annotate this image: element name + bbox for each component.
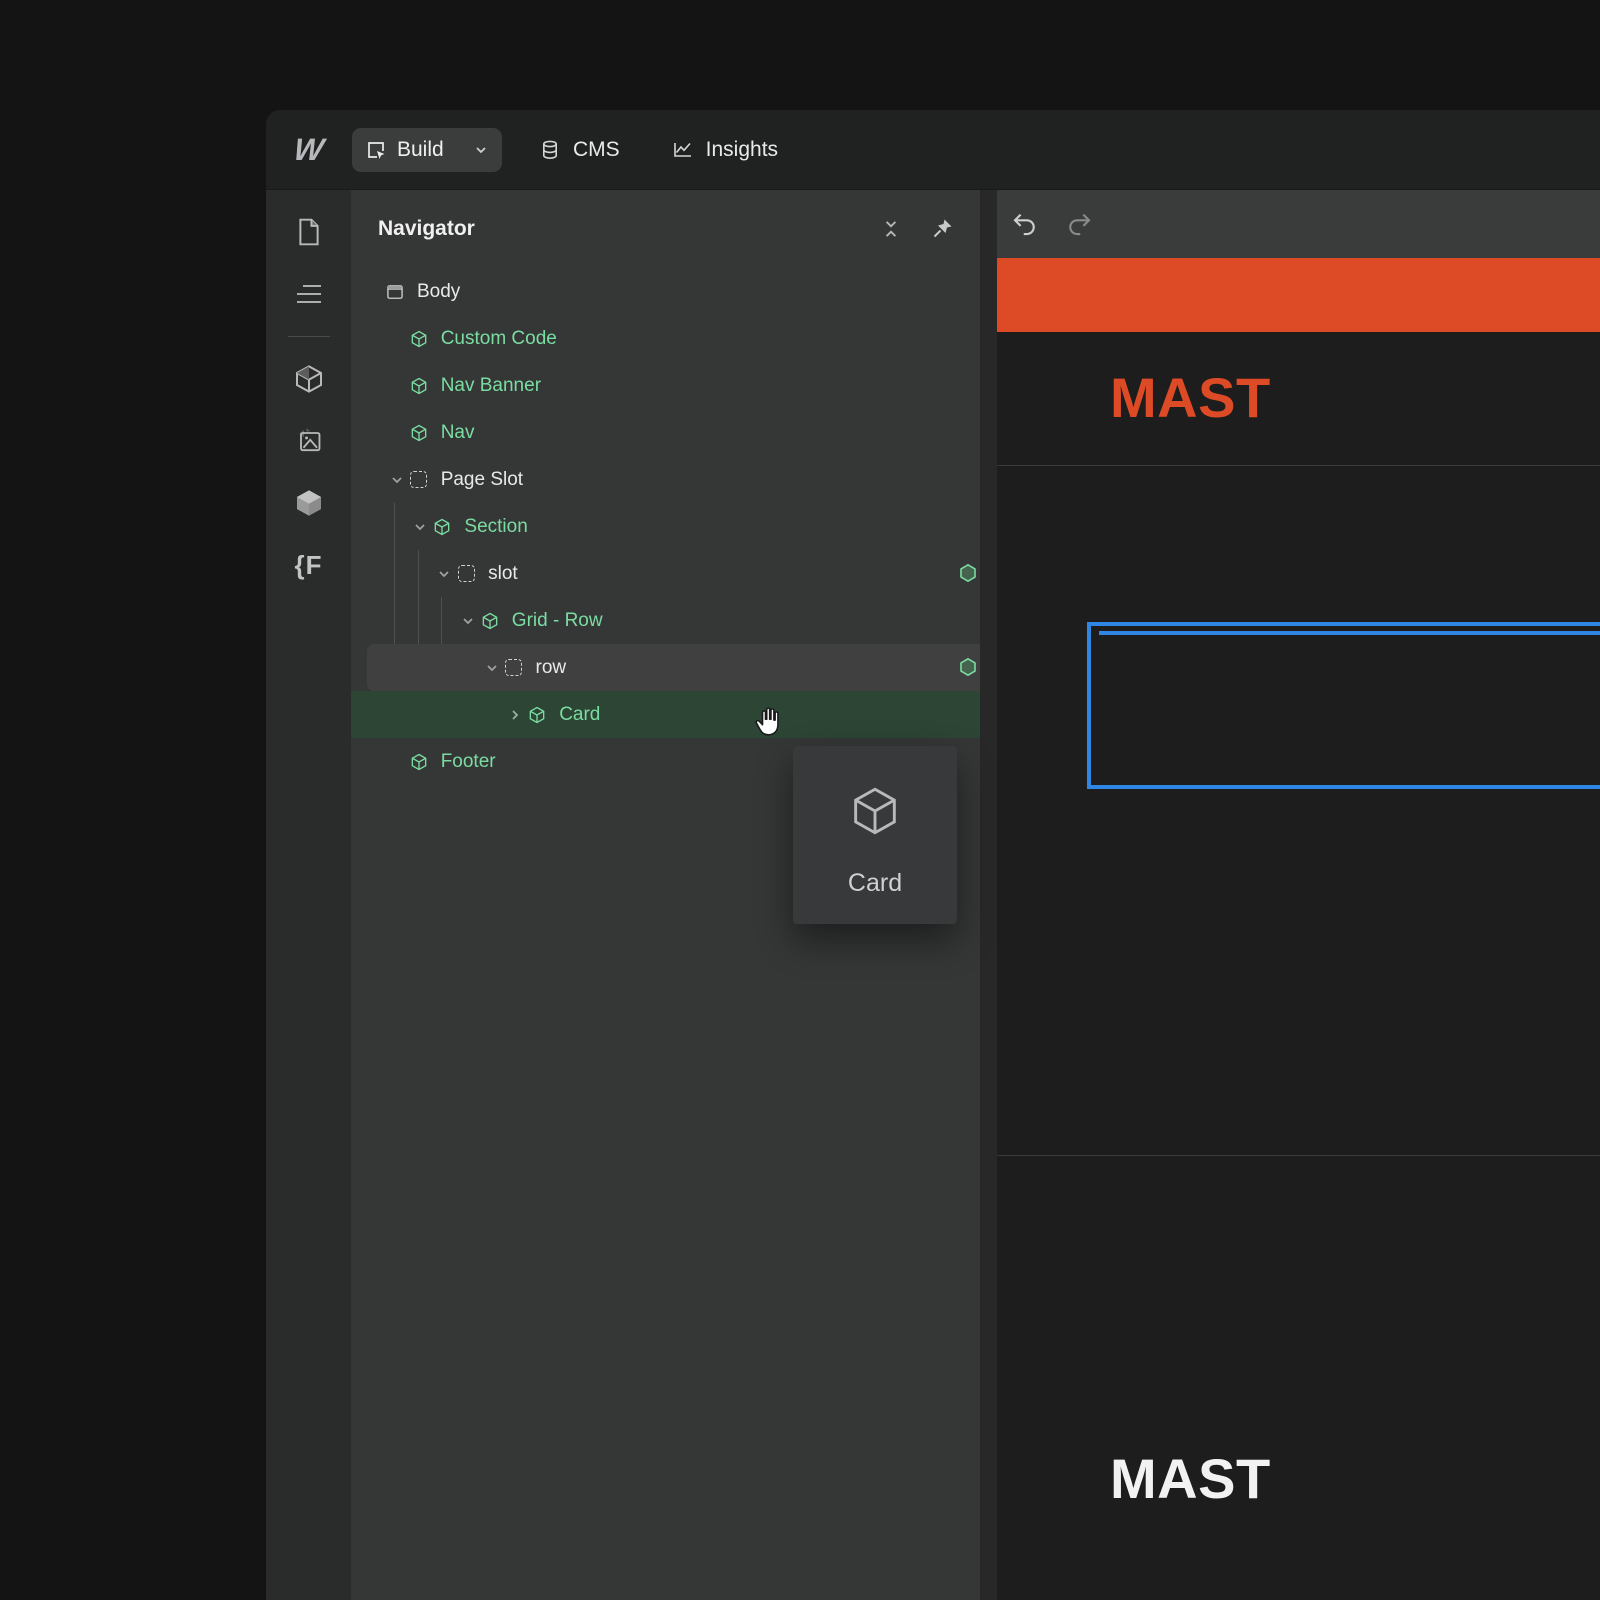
tree-row-label: Grid - Row bbox=[512, 610, 603, 632]
top-bar: W Build bbox=[266, 110, 1600, 190]
build-mode-button[interactable]: Build bbox=[352, 128, 502, 172]
tree-row-label: Footer bbox=[441, 751, 496, 773]
tree-row-grid-row[interactable]: Grid - Row bbox=[351, 597, 980, 644]
tree-row-label: slot bbox=[488, 563, 518, 585]
chevron-down-icon[interactable] bbox=[408, 519, 432, 535]
page-top-banner[interactable] bbox=[997, 258, 1600, 332]
canvas-toolbar bbox=[997, 190, 1600, 258]
variables-icon[interactable]: {F bbox=[289, 545, 329, 585]
drag-ghost-label: Card bbox=[848, 869, 902, 898]
component-cube-icon bbox=[409, 329, 429, 349]
navigator-header: Navigator bbox=[351, 190, 980, 268]
slot-icon bbox=[504, 658, 524, 678]
nested-element-outline bbox=[1099, 631, 1600, 635]
tree-row-custom-code[interactable]: Custom Code bbox=[351, 315, 980, 362]
slot-icon bbox=[456, 564, 476, 584]
toolbar-divider bbox=[288, 336, 330, 337]
line-chart-icon bbox=[672, 139, 694, 161]
component-cube-icon bbox=[527, 705, 547, 725]
cms-tab[interactable]: CMS bbox=[539, 138, 620, 162]
designer-window: W Build bbox=[266, 110, 1600, 1600]
chevron-down-icon[interactable] bbox=[432, 566, 456, 582]
webflow-logo-glyph: W bbox=[292, 132, 326, 168]
tree-row-label: row bbox=[536, 657, 567, 679]
tree-row-row[interactable]: row bbox=[351, 644, 980, 691]
assets-icon[interactable] bbox=[289, 421, 329, 461]
chevron-right-icon[interactable] bbox=[503, 707, 527, 723]
chevron-down-icon[interactable] bbox=[456, 613, 480, 629]
database-icon bbox=[539, 139, 561, 161]
tree-row-page-slot[interactable]: Page Slot bbox=[351, 456, 980, 503]
tree-row-nav-banner[interactable]: Nav Banner bbox=[351, 362, 980, 409]
chevron-down-icon bbox=[473, 142, 489, 158]
slot-icon bbox=[409, 470, 429, 490]
canvas-area: MAST MAST bbox=[980, 190, 1600, 1600]
component-cube-icon bbox=[409, 376, 429, 396]
selected-element-outline[interactable] bbox=[1087, 622, 1600, 789]
build-label: Build bbox=[397, 138, 444, 162]
tree-row-label: Section bbox=[464, 516, 527, 538]
body-icon bbox=[385, 282, 405, 302]
left-toolbar: {F bbox=[266, 190, 351, 1600]
page-canvas[interactable]: MAST MAST bbox=[997, 190, 1600, 1600]
chevron-down-icon[interactable] bbox=[385, 472, 409, 488]
drag-ghost-card: Card bbox=[793, 746, 957, 924]
pin-panel-icon[interactable] bbox=[930, 217, 954, 241]
row-drop-highlight bbox=[351, 691, 980, 738]
insights-label: Insights bbox=[706, 138, 778, 162]
pages-icon[interactable] bbox=[289, 212, 329, 252]
component-cube-icon bbox=[409, 752, 429, 772]
webflow-logo[interactable]: W bbox=[266, 132, 352, 168]
cms-label: CMS bbox=[573, 138, 620, 162]
page-middle-section[interactable] bbox=[997, 466, 1600, 1156]
elements-icon[interactable] bbox=[289, 359, 329, 399]
slot-badge-icon bbox=[958, 563, 978, 588]
component-cube-icon bbox=[432, 517, 452, 537]
tree-row-label: Nav Banner bbox=[441, 375, 541, 397]
select-cursor-icon bbox=[365, 139, 387, 161]
navigator-icon[interactable] bbox=[289, 274, 329, 314]
collapse-all-icon[interactable] bbox=[880, 218, 902, 240]
slot-badge-icon bbox=[958, 657, 978, 682]
components-icon[interactable] bbox=[289, 483, 329, 523]
grab-hand-cursor bbox=[748, 700, 790, 747]
component-cube-icon bbox=[846, 782, 904, 845]
tree-row-slot[interactable]: slot bbox=[351, 550, 980, 597]
tree-row-card[interactable]: Card bbox=[351, 691, 980, 738]
component-cube-icon bbox=[409, 423, 429, 443]
tree-row-nav[interactable]: Nav bbox=[351, 409, 980, 456]
undo-icon[interactable] bbox=[1010, 209, 1040, 239]
tree-row-label: Body bbox=[417, 281, 460, 303]
lower-masthead-text[interactable]: MAST bbox=[1110, 1446, 1271, 1511]
page-lower-section[interactable]: MAST bbox=[997, 1156, 1600, 1600]
tree-row-label: Page Slot bbox=[441, 469, 523, 491]
tree-row-label: Custom Code bbox=[441, 328, 557, 350]
insights-tab[interactable]: Insights bbox=[672, 138, 778, 162]
redo-icon[interactable] bbox=[1064, 209, 1094, 239]
hero-masthead-text[interactable]: MAST bbox=[1110, 365, 1271, 430]
tree-row-section[interactable]: Section bbox=[351, 503, 980, 550]
chevron-down-icon[interactable] bbox=[480, 660, 504, 676]
row-hover-highlight bbox=[367, 644, 980, 691]
component-cube-icon bbox=[480, 611, 500, 631]
tree-row-label: Card bbox=[559, 704, 600, 726]
page-hero-section[interactable]: MAST bbox=[997, 332, 1600, 466]
navigator-title: Navigator bbox=[378, 217, 852, 241]
navigator-tree: Body Custom Code Nav Banner Nav Page Slot Sec… bbox=[351, 268, 980, 785]
tree-row-label: Nav bbox=[441, 422, 475, 444]
tree-row-body[interactable]: Body bbox=[351, 268, 980, 315]
